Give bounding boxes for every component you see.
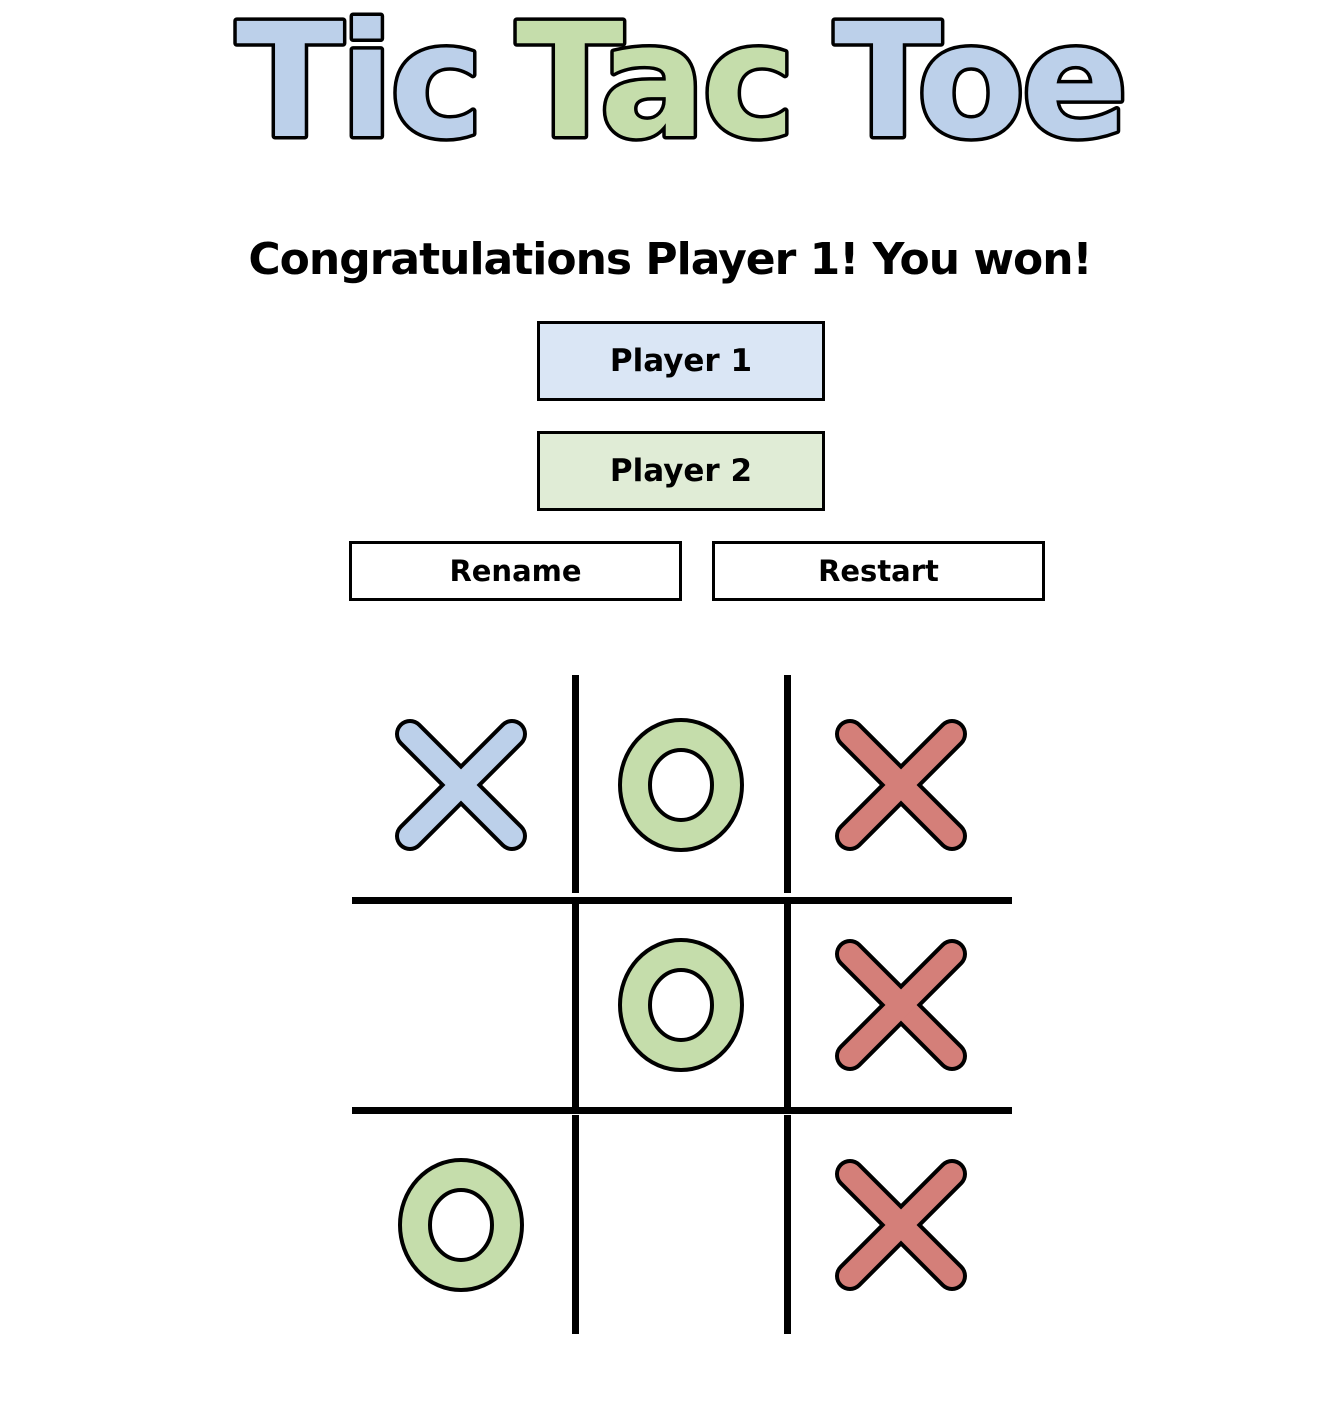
game-title: Tic Tac Toe bbox=[233, 0, 1133, 178]
title-word-tac: Tac bbox=[516, 0, 792, 174]
board-cell[interactable] bbox=[792, 1117, 1010, 1333]
board-cell[interactable] bbox=[352, 897, 570, 1113]
title-word-tic: Tic bbox=[236, 0, 480, 174]
board-cell[interactable] bbox=[572, 677, 790, 893]
x-mark-icon bbox=[395, 719, 527, 851]
game-status-message: Congratulations Player 1! You won! bbox=[248, 234, 1092, 285]
player-2-label: Player 2 bbox=[537, 431, 825, 511]
board-cell[interactable] bbox=[572, 1117, 790, 1333]
board-cell[interactable] bbox=[352, 677, 570, 893]
rename-button[interactable]: Rename bbox=[349, 541, 682, 601]
o-mark-icon bbox=[618, 938, 744, 1072]
game-board bbox=[350, 675, 1014, 1335]
x-mark-icon bbox=[835, 1159, 967, 1291]
title-word-toe: Toe bbox=[834, 0, 1125, 174]
board-cell[interactable] bbox=[792, 897, 1010, 1113]
board-cell[interactable] bbox=[352, 1117, 570, 1333]
board-cell[interactable] bbox=[572, 897, 790, 1113]
x-mark-icon bbox=[835, 939, 967, 1071]
x-mark-icon bbox=[835, 719, 967, 851]
restart-button[interactable]: Restart bbox=[712, 541, 1045, 601]
player-1-label: Player 1 bbox=[537, 321, 825, 401]
board-cell[interactable] bbox=[792, 677, 1010, 893]
o-mark-icon bbox=[398, 1158, 524, 1292]
o-mark-icon bbox=[618, 718, 744, 852]
